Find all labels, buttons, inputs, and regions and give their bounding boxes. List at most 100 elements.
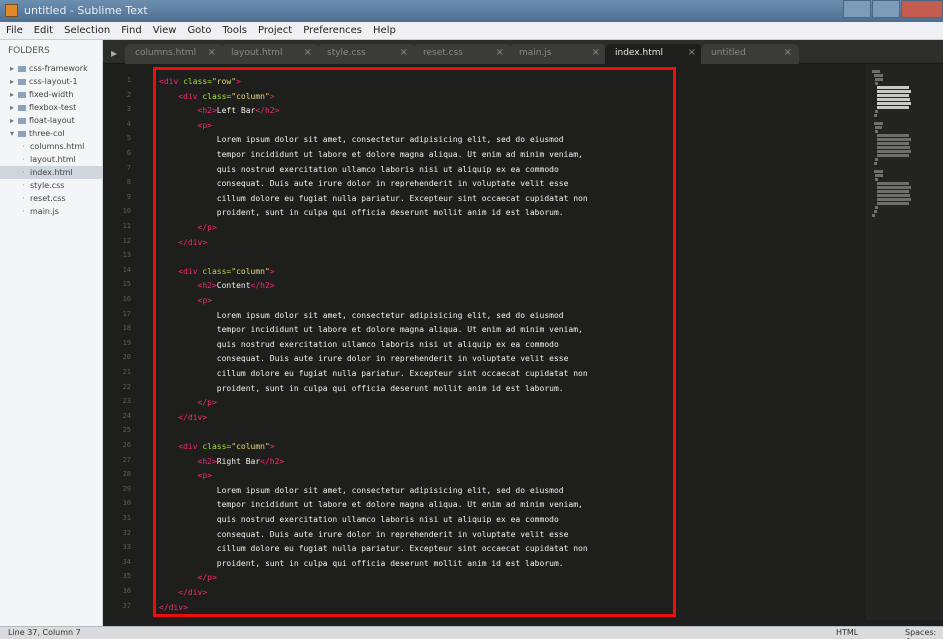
disclosure-icon: ▸ [10,90,15,99]
code-token: Content [216,281,251,291]
minimap-line [876,106,910,109]
tree-item-label: index.html [30,168,73,177]
code-line: <h2>Left Bar</h2> [159,105,280,116]
folder-item[interactable]: ▾ three-col [0,127,102,140]
close-tab-icon[interactable]: × [400,47,408,58]
menu-edit[interactable]: Edit [34,25,53,36]
disclosure-icon: ▸ [10,103,15,112]
line-number: 31 [122,514,131,522]
folders-header: FOLDERS [8,46,50,56]
minimap[interactable] [866,64,943,620]
line-number: 26 [122,441,131,449]
line-number-gutter: 1 2 3 4 5 6 7 8 9 10 11 12 13 14 15 16 17 18 19 20 21 22 23 24 2… [103,64,135,620]
file-item[interactable]: · reset.css [0,192,102,205]
file-bullet-icon: · [22,194,25,203]
code-line: </div> [159,587,207,598]
line-number: 28 [122,470,131,479]
minimap-line [875,126,883,129]
folder-item[interactable]: ▸ flexbox-test [0,101,102,114]
minimap-line [875,110,879,113]
code-token: consequat. Duis aute irure dolor in repr… [159,529,569,539]
menu-file[interactable]: File [6,25,23,36]
tab-columns-html[interactable]: columns.html × [125,44,223,64]
folder-item[interactable]: ▸ float-layout [0,114,102,127]
minimap-line [876,142,909,145]
code-token: cillum dolore eu fugiat nulla pariatur. … [159,544,588,554]
close-tab-icon[interactable]: × [496,47,504,58]
status-bar: Line 37, Column 7 HTML Spaces: 4 [0,626,943,639]
file-item[interactable]: · layout.html [0,153,102,166]
close-window-button[interactable] [901,0,943,18]
code-line: proident, sunt in culpa qui officia dese… [159,558,564,569]
code-editor[interactable]: <div class="row"> <div class="column"> <… [135,64,865,620]
minimap-line [875,82,879,85]
code-token: </div> [159,237,208,247]
disclosure-icon: ▾ [10,129,15,138]
menu-tools[interactable]: Tools [222,25,247,36]
line-number: 33 [122,543,131,552]
window-controls [842,0,943,20]
file-item[interactable]: · style.css [0,179,102,192]
close-tab-icon[interactable]: × [592,47,600,58]
cursor-position: Line 37, Column 7 [8,628,81,637]
line-number: 25 [122,426,131,435]
tab-main-js[interactable]: main.js × [509,44,607,64]
menu-project[interactable]: Project [258,25,292,36]
tab-index-html[interactable]: index.html × [605,44,703,64]
file-bullet-icon: · [22,168,25,177]
folder-icon [18,65,26,72]
code-line: tempor incididunt ut labore et dolore ma… [159,149,583,160]
code-token: cillum dolore eu fugiat nulla pariatur. … [159,193,588,203]
code-line: tempor incididunt ut labore et dolore ma… [159,499,583,510]
menu-preferences[interactable]: Preferences [303,25,362,36]
code-line: quis nostrud exercitation ullamco labori… [159,514,559,525]
tab-layout-html[interactable]: layout.html × [221,44,319,64]
file-item[interactable]: · index.html [0,166,102,179]
folder-item[interactable]: ▸ css-layout-1 [0,75,102,88]
menu-find[interactable]: Find [121,25,142,36]
folder-icon [18,78,26,85]
menu-selection[interactable]: Selection [64,25,110,36]
tab-untitled[interactable]: untitled × [701,44,799,64]
menu-help[interactable]: Help [373,25,396,36]
minimap-line [873,170,883,173]
line-number: 15 [122,280,131,289]
code-line: Lorem ipsum dolor sit amet, consectetur … [159,485,564,496]
minimap-line [876,94,909,97]
line-number: 2 [126,90,131,99]
close-tab-icon[interactable]: × [784,47,792,58]
code-token: quis nostrud exercitation ullamco labori… [159,515,559,524]
tab-label: columns.html [135,48,197,58]
minimap-line [872,70,880,73]
line-number: 8 [126,178,131,187]
tab-overflow-icon[interactable]: ▸ [107,46,121,60]
minimap-line [875,178,879,181]
file-item[interactable]: · main.js [0,205,102,218]
tab-reset-css[interactable]: reset.css × [413,44,511,64]
close-tab-icon[interactable]: × [208,47,216,58]
line-number: 34 [122,557,131,566]
minimap-line [876,134,910,137]
code-token: tempor incididunt ut labore et dolore ma… [159,500,583,510]
folder-item[interactable]: ▸ css-framework [0,62,102,75]
menu-goto[interactable]: Goto [187,25,211,36]
tree-item-label: fixed-width [29,90,74,99]
maximize-button[interactable] [872,0,900,18]
minimize-button[interactable] [843,0,871,18]
folder-item[interactable]: ▸ fixed-width [0,88,102,101]
minimap-line [876,86,910,89]
syntax-selector[interactable]: HTML [836,628,858,637]
minimap-line [876,182,910,185]
tab-label: reset.css [423,48,463,58]
minimap-line [876,146,910,149]
close-tab-icon[interactable]: × [688,47,696,58]
menu-view[interactable]: View [153,25,177,36]
tab-style-css[interactable]: style.css × [317,44,415,64]
minimap-line [876,198,912,201]
code-token: <div [159,266,198,276]
close-tab-icon[interactable]: × [304,47,312,58]
indentation-selector[interactable]: Spaces: 4 [905,628,943,639]
file-item[interactable]: · columns.html [0,140,102,153]
minimap-line [876,138,911,141]
line-number: 6 [126,149,131,157]
